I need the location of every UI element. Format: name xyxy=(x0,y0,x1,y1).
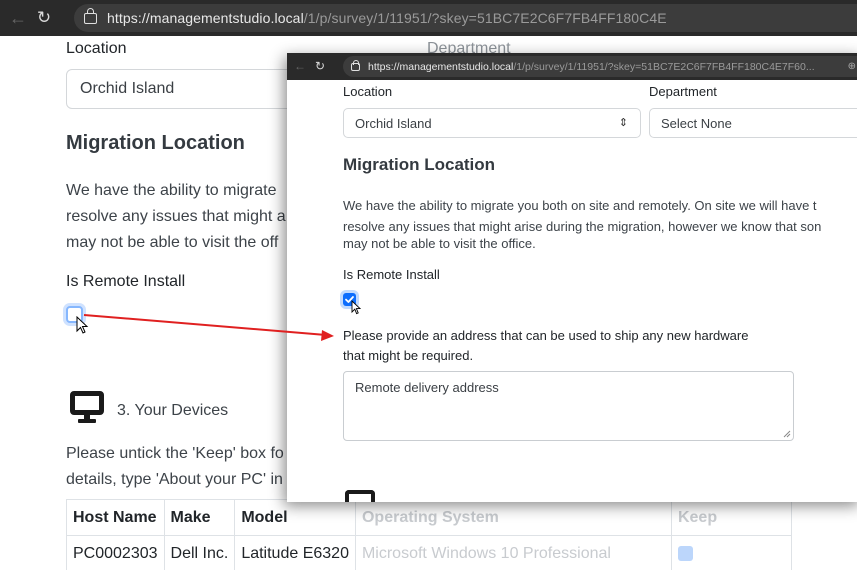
migration-location-heading: Migration Location xyxy=(66,132,245,154)
address-bar[interactable]: https://managementstudio.local/1/p/surve… xyxy=(74,4,857,32)
remote-install-label: Is Remote Install xyxy=(343,267,440,282)
department-select-value: Select None xyxy=(661,116,732,131)
address-bar-url: https://managementstudio.local/1/p/surve… xyxy=(368,60,815,73)
column-header-operating-system: Operating System xyxy=(354,499,672,536)
migration-text-line: We have the ability to migrate xyxy=(66,182,277,199)
address-prompt-line: Please provide an address that can be us… xyxy=(343,328,749,343)
cell-operating-system: Microsoft Windows 10 Professional xyxy=(354,535,672,570)
devices-text-line: details, type 'About your PC' in xyxy=(66,471,283,488)
select-arrows-icon: ⇕ xyxy=(618,117,628,129)
department-label: Department xyxy=(649,84,717,99)
column-header-make: Make xyxy=(163,499,236,536)
monitor-icon xyxy=(345,490,375,502)
remote-install-label: Is Remote Install xyxy=(66,273,186,290)
migration-location-heading: Migration Location xyxy=(343,155,496,174)
remote-delivery-address-textarea[interactable]: Remote delivery address xyxy=(343,371,794,441)
site-info-icon[interactable] xyxy=(84,7,97,24)
column-header-host-name: Host Name xyxy=(66,499,165,536)
department-select[interactable]: Select None xyxy=(649,108,857,138)
cell-keep xyxy=(670,535,792,570)
migration-text-line: resolve any issues that might a xyxy=(66,208,286,225)
mouse-cursor-icon xyxy=(351,300,362,315)
zoom-icon[interactable]: ⊕ xyxy=(848,61,856,72)
browser-toolbar: ← ↻ https://managementstudio.local/1/p/s… xyxy=(0,0,857,36)
table-header-row: Host Name Make Model Operating System Ke… xyxy=(66,499,792,536)
cell-model: Latitude E6320 xyxy=(234,535,356,570)
migration-text-line: may not be able to visit the off xyxy=(66,234,279,251)
back-arrow-icon[interactable]: ← xyxy=(291,53,309,80)
zoomed-browser-window: ← ↻ https://managementstudio.local/1/p/s… xyxy=(287,53,857,502)
site-info-icon[interactable] xyxy=(351,59,360,71)
location-select[interactable]: Orchid Island xyxy=(66,69,306,109)
location-label: Location xyxy=(343,84,393,99)
location-select-value: Orchid Island xyxy=(355,116,432,131)
address-bar[interactable]: https://managementstudio.local/1/p/surve… xyxy=(343,56,857,77)
location-select[interactable]: Orchid Island ⇕ xyxy=(343,108,641,138)
migration-text-line: may not be able to visit the office. xyxy=(343,236,536,251)
mouse-cursor-icon xyxy=(76,316,89,334)
address-prompt-line: that might be required. xyxy=(343,348,474,363)
cell-make: Dell Inc. xyxy=(163,535,236,570)
keep-checkbox[interactable] xyxy=(677,545,693,561)
migration-text-line: We have the ability to migrate you both … xyxy=(343,198,817,213)
textarea-placeholder: Remote delivery address xyxy=(355,380,499,395)
devices-text-line: Please untick the 'Keep' box fo xyxy=(66,445,284,462)
column-header-keep: Keep xyxy=(670,499,792,536)
monitor-icon xyxy=(70,391,104,423)
resize-handle-icon[interactable] xyxy=(783,430,791,438)
back-arrow-icon[interactable]: ← xyxy=(6,0,30,36)
devices-table: Host Name Make Model Operating System Ke… xyxy=(66,499,792,570)
reload-icon[interactable]: ↻ xyxy=(32,0,56,36)
reload-icon[interactable]: ↻ xyxy=(311,53,329,80)
address-bar-url: https://managementstudio.local/1/p/surve… xyxy=(107,10,667,26)
column-header-model: Model xyxy=(234,499,356,536)
cell-host-name: PC0002303 xyxy=(66,535,165,570)
location-label: Location xyxy=(66,40,127,57)
location-select-value: Orchid Island xyxy=(80,80,175,97)
devices-heading: 3. Your Devices xyxy=(117,402,229,419)
browser-toolbar: ← ↻ https://managementstudio.local/1/p/s… xyxy=(287,53,857,80)
table-row: PC0002303 Dell Inc. Latitude E6320 Micro… xyxy=(66,535,792,570)
